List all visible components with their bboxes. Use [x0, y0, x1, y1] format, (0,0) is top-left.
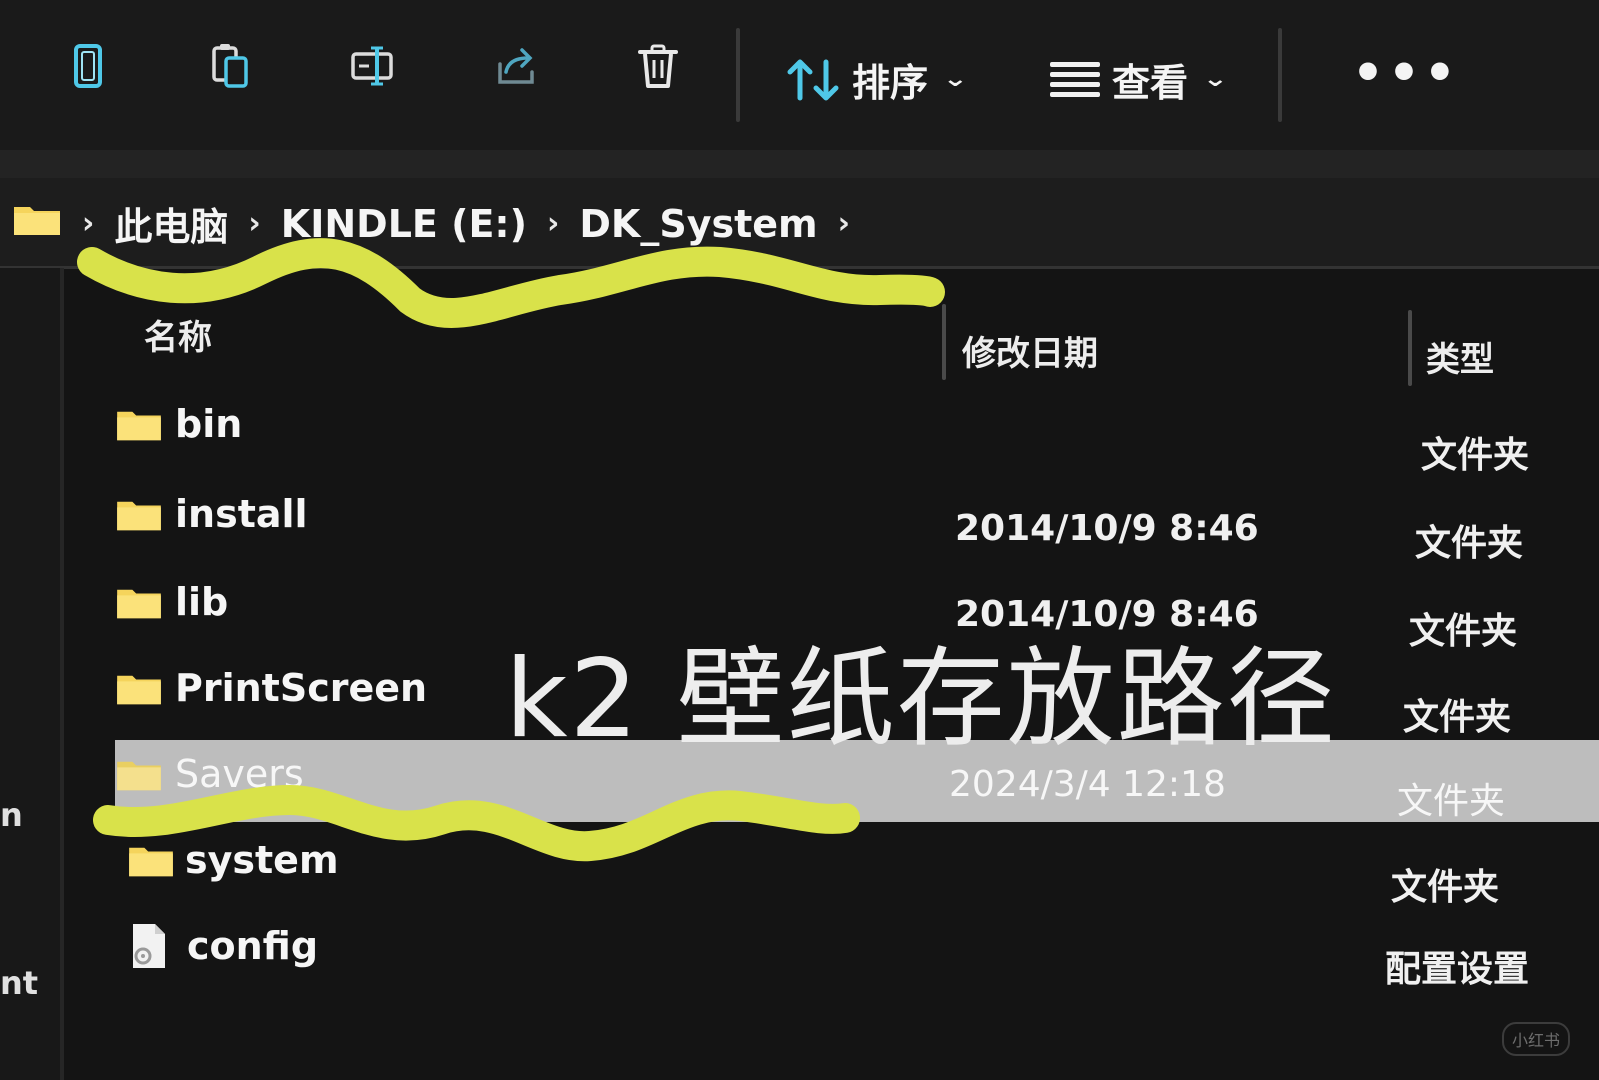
- file-name: Savers: [175, 752, 304, 796]
- nav-item-fragment[interactable]: nt: [0, 964, 38, 1002]
- column-resize-handle[interactable]: [942, 304, 946, 380]
- file-type: 文件夹: [1421, 435, 1530, 476]
- view-button[interactable]: 查看 ⌄: [1048, 52, 1228, 107]
- breadcrumb-this-pc[interactable]: 此电脑: [114, 196, 228, 251]
- file-name: system: [185, 838, 339, 882]
- file-name: PrintScreen: [175, 666, 428, 710]
- breadcrumb-separator: ›: [837, 206, 851, 241]
- config-file-icon: [129, 922, 169, 974]
- toolbar-divider: [0, 150, 1599, 181]
- file-type: 文件夹: [1391, 867, 1500, 908]
- file-row-config[interactable]: config 配置设置: [115, 912, 1599, 992]
- breadcrumb-dk-system[interactable]: DK_System: [579, 202, 817, 246]
- file-date: 2014/10/9 8:46: [955, 508, 1259, 549]
- file-row-bin[interactable]: bin 文件夹: [115, 390, 1599, 476]
- copy-button[interactable]: [200, 36, 260, 96]
- breadcrumb-separator: ›: [82, 206, 95, 241]
- new-icon: [74, 44, 102, 88]
- file-name: config: [187, 924, 319, 968]
- file-name: install: [175, 492, 308, 536]
- folder-icon: [115, 584, 163, 626]
- navigation-pane: n nt: [0, 268, 64, 1080]
- copy-icon: [212, 44, 248, 88]
- column-resize-handle[interactable]: [1408, 310, 1412, 386]
- file-type: 配置设置: [1385, 949, 1530, 990]
- view-label: 查看: [1112, 61, 1189, 105]
- view-icon: [1050, 61, 1100, 97]
- rename-icon: [351, 46, 393, 86]
- breadcrumb-separator: ›: [547, 206, 560, 241]
- delete-button[interactable]: [628, 36, 688, 96]
- folder-icon: [115, 406, 163, 448]
- column-header-date[interactable]: 修改日期: [962, 326, 1098, 375]
- sort-icon: [787, 59, 839, 100]
- folder-icon: [127, 842, 175, 884]
- folder-icon: [115, 756, 163, 798]
- folder-icon: [115, 496, 163, 538]
- file-name: bin: [175, 402, 243, 446]
- more-icon[interactable]: •••: [1352, 48, 1460, 98]
- column-header-name[interactable]: 名称: [144, 310, 212, 359]
- chevron-down-icon: ⌄: [942, 67, 969, 92]
- file-type: 文件夹: [1403, 697, 1512, 738]
- breadcrumb-kindle[interactable]: KINDLE (E:): [281, 202, 527, 246]
- overlay-caption: k2 壁纸存放路径: [505, 637, 1337, 762]
- file-date: 2024/3/4 12:18: [949, 764, 1226, 805]
- file-row-install[interactable]: install 2014/10/9 8:46 文件夹: [115, 480, 1599, 564]
- file-name: lib: [175, 580, 229, 624]
- file-type: 文件夹: [1409, 611, 1518, 652]
- breadcrumb-separator: ›: [248, 206, 261, 241]
- nav-item-fragment[interactable]: n: [0, 796, 23, 834]
- file-type: 文件夹: [1397, 781, 1506, 822]
- file-type: 文件夹: [1415, 523, 1524, 564]
- sort-ascending-icon: ^: [519, 292, 555, 322]
- new-button[interactable]: [58, 36, 118, 96]
- address-bar[interactable]: › 此电脑 › KINDLE (E:) › DK_System ›: [0, 178, 1599, 269]
- toolbar-separator: [736, 28, 740, 122]
- watermark: 小红书: [1502, 1022, 1571, 1056]
- sort-label: 排序: [852, 61, 929, 105]
- folder-icon: [12, 199, 62, 248]
- chevron-down-icon: ⌄: [1202, 67, 1229, 92]
- toolbar-separator: [1278, 28, 1282, 122]
- share-icon: [498, 48, 534, 84]
- folder-icon: [115, 670, 163, 712]
- sort-button[interactable]: 排序 ⌄: [786, 52, 968, 107]
- command-bar: 排序 ⌄ 查看 ⌄ •••: [0, 0, 1599, 150]
- delete-icon: [638, 44, 678, 88]
- share-button[interactable]: [486, 36, 546, 96]
- rename-button[interactable]: [343, 36, 403, 96]
- file-row-system[interactable]: system 文件夹: [115, 826, 1599, 908]
- breadcrumb: › 此电脑 › KINDLE (E:) › DK_System ›: [12, 196, 850, 251]
- column-header-type[interactable]: 类型: [1426, 332, 1494, 381]
